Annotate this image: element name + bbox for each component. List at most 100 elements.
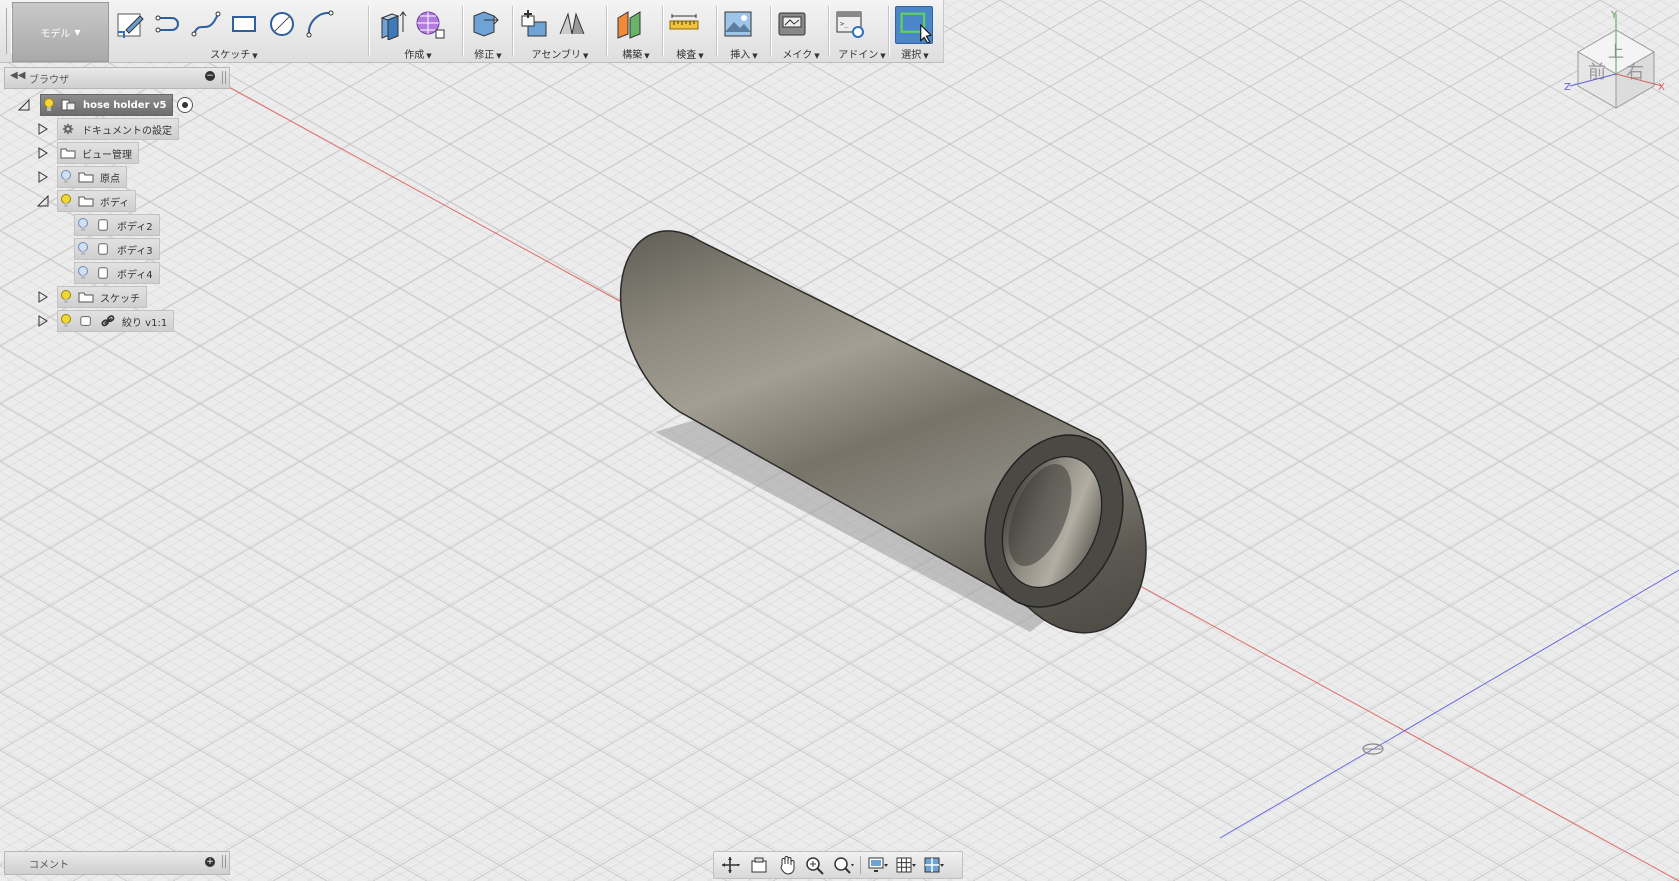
create-label: 作成 <box>404 50 425 61</box>
workspace-switcher[interactable]: モデル ▼ <box>12 2 109 62</box>
linked-component-node[interactable]: 絞り v1:1 <box>57 310 175 332</box>
bulb-off-icon[interactable] <box>77 266 89 280</box>
panel-resize-grip[interactable] <box>222 71 226 84</box>
expanded-triangle-icon[interactable] <box>37 195 49 207</box>
bulb-on-icon[interactable] <box>43 98 55 112</box>
expanded-triangle-icon[interactable] <box>18 99 30 111</box>
root-node[interactable]: hose holder v5 <box>40 94 174 116</box>
3d-print-icon[interactable] <box>776 8 808 40</box>
collapse-panel-icon[interactable]: ◀◀ <box>10 70 25 81</box>
plus-icon[interactable]: + <box>205 857 215 867</box>
body3-node[interactable]: ボディ3 <box>74 238 160 260</box>
look-at-icon[interactable] <box>748 855 770 875</box>
scripts-icon[interactable]: >_ <box>834 8 866 40</box>
create-sketch-icon[interactable] <box>114 8 146 40</box>
collapsed-triangle-icon[interactable] <box>37 291 49 303</box>
construct-group: 構築 ▼ <box>614 2 658 61</box>
body2-node[interactable]: ボディ2 <box>74 214 160 236</box>
tree-row-named-views[interactable]: ビュー管理 <box>37 142 139 164</box>
folder-icon <box>78 292 94 303</box>
tree-row-origin[interactable]: 原点 <box>37 166 127 188</box>
bulb-on-icon[interactable] <box>60 290 72 304</box>
comments-panel-header[interactable]: コメント + <box>4 851 230 875</box>
assemble-label: アセンブリ <box>531 50 582 61</box>
collapsed-triangle-icon[interactable] <box>37 171 49 183</box>
collapsed-triangle-icon[interactable] <box>37 315 49 327</box>
doc-settings-node[interactable]: ドキュメントの設定 <box>57 118 179 140</box>
chevron-down-icon: ▼ <box>74 27 81 37</box>
assemble-menu[interactable]: アセンブリ ▼ <box>518 46 602 61</box>
select-menu[interactable]: 選択 ▼ <box>892 46 938 61</box>
insert-image-icon[interactable] <box>722 8 754 40</box>
modify-label: 修正 <box>474 50 495 61</box>
rectangle-icon[interactable] <box>228 8 260 40</box>
bulb-off-icon[interactable] <box>77 218 89 232</box>
activate-radio[interactable] <box>177 97 194 113</box>
press-pull-icon[interactable] <box>468 8 500 40</box>
make-label: メイク <box>782 50 813 61</box>
offset-plane-icon[interactable] <box>614 8 646 40</box>
pan-icon[interactable] <box>776 855 798 875</box>
panel-resize-grip[interactable] <box>222 855 226 868</box>
circle-icon[interactable] <box>266 8 298 40</box>
component-icon <box>61 99 76 111</box>
extrude-icon[interactable] <box>376 8 408 40</box>
bulb-off-icon[interactable] <box>60 170 72 184</box>
line-icon[interactable] <box>152 8 184 40</box>
insert-label: 挿入 <box>730 50 751 61</box>
measure-icon[interactable] <box>668 8 700 40</box>
make-group: メイク ▼ <box>776 2 826 61</box>
tree-row-body3[interactable]: ボディ3 <box>74 238 160 260</box>
gear-icon <box>62 123 74 135</box>
collapsed-triangle-icon[interactable] <box>37 123 49 135</box>
tree-row-body2[interactable]: ボディ2 <box>74 214 160 236</box>
sketch-label: スケッチ <box>210 50 251 61</box>
create-menu[interactable]: 作成 ▼ <box>376 46 460 61</box>
tree-row-root[interactable]: hose holder v5 <box>18 94 194 116</box>
viewport-canvas[interactable]: 上 前 右 Y X Z <box>0 0 1679 881</box>
fit-zoom-icon[interactable] <box>832 855 854 875</box>
display-settings-icon[interactable] <box>867 855 889 875</box>
insert-menu[interactable]: 挿入 ▼ <box>722 46 766 61</box>
arc-icon[interactable] <box>304 8 336 40</box>
named-views-node[interactable]: ビュー管理 <box>57 142 139 164</box>
inspect-menu[interactable]: 検査 ▼ <box>668 46 712 61</box>
bulb-off-icon[interactable] <box>77 242 89 256</box>
tree-row-bodies[interactable]: ボディ <box>37 190 137 212</box>
bulb-on-icon[interactable] <box>60 314 72 328</box>
select-icon[interactable] <box>895 6 933 44</box>
tree-row-body4[interactable]: ボディ4 <box>74 262 160 284</box>
browser-panel-header[interactable]: ◀◀ ブラウザ − <box>4 67 230 89</box>
sketches-label: スケッチ <box>100 293 140 305</box>
addins-menu[interactable]: アドイン ▼ <box>834 46 890 61</box>
grid-settings-icon[interactable] <box>895 855 917 875</box>
sketches-node[interactable]: スケッチ <box>57 286 147 308</box>
minus-icon[interactable]: − <box>205 71 215 81</box>
sketch-menu[interactable]: スケッチ ▼ <box>204 46 264 61</box>
insert-group: 挿入 ▼ <box>722 2 766 61</box>
form-icon[interactable] <box>414 8 446 40</box>
axis-x-label: X <box>1658 82 1665 93</box>
assemble-group: アセンブリ ▼ <box>518 2 602 61</box>
body4-label: ボディ4 <box>117 269 153 281</box>
origin-node[interactable]: 原点 <box>57 166 127 188</box>
collapsed-triangle-icon[interactable] <box>37 147 49 159</box>
orbit-icon[interactable] <box>720 855 742 875</box>
body4-node[interactable]: ボディ4 <box>74 262 160 284</box>
construct-menu[interactable]: 構築 ▼ <box>614 46 658 61</box>
bulb-on-icon[interactable] <box>60 194 72 208</box>
spline-icon[interactable] <box>190 8 222 40</box>
make-menu[interactable]: メイク ▼ <box>776 46 826 61</box>
tree-row-linked-component[interactable]: 絞り v1:1 <box>37 310 175 332</box>
viewports-icon[interactable] <box>923 855 945 875</box>
viewcube-right[interactable]: 右 <box>1626 62 1644 83</box>
new-component-icon[interactable] <box>518 8 550 40</box>
tree-row-doc-settings[interactable]: ドキュメントの設定 <box>37 118 179 140</box>
tree-row-sketches[interactable]: スケッチ <box>37 286 147 308</box>
link-icon <box>101 315 115 327</box>
viewcube-front[interactable]: 前 <box>1588 62 1606 83</box>
joint-icon[interactable] <box>556 8 588 40</box>
bodies-node[interactable]: ボディ <box>57 190 137 212</box>
zoom-icon[interactable] <box>804 855 826 875</box>
modify-menu[interactable]: 修正 ▼ <box>468 46 508 61</box>
